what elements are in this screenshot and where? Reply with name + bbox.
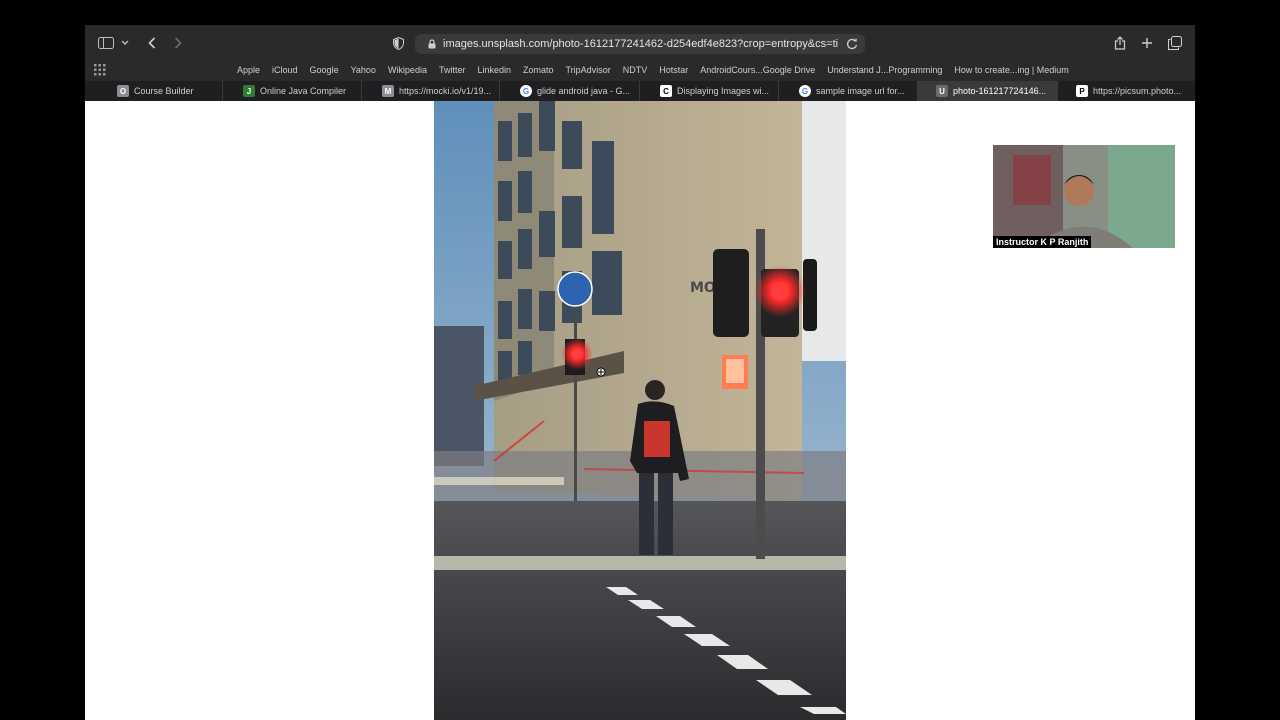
favorite-link[interactable]: Google	[310, 65, 339, 75]
tab-label: Displaying Images wi...	[677, 86, 770, 96]
cursor-icon	[596, 367, 606, 377]
webcam-video	[993, 145, 1175, 248]
tab-favicon-icon: U	[936, 85, 948, 97]
share-icon[interactable]	[1112, 35, 1128, 51]
url-text: images.unsplash.com/photo-1612177241462-…	[443, 38, 838, 50]
tab-mocki[interactable]: M https://mocki.io/v1/19...	[362, 81, 500, 101]
tab-online-java-compiler[interactable]: J Online Java Compiler	[223, 81, 362, 101]
tab-label: Course Builder	[134, 86, 194, 96]
instructor-webcam: Instructor K P Ranjith	[993, 145, 1175, 248]
webcam-name-label: Instructor K P Ranjith	[993, 236, 1092, 248]
favorite-link[interactable]: Twitter	[439, 65, 466, 75]
tab-bar: O Course Builder J Online Java Compiler …	[85, 81, 1195, 101]
tab-favicon-icon: J	[243, 85, 255, 97]
chevron-down-icon[interactable]	[120, 37, 130, 49]
reload-icon[interactable]	[845, 37, 859, 51]
forward-icon[interactable]	[171, 36, 185, 50]
tab-picsum[interactable]: P https://picsum.photo...	[1058, 81, 1195, 101]
tab-label: photo-161217724146...	[953, 86, 1047, 96]
tab-favicon-icon: G	[520, 85, 532, 97]
favorite-link[interactable]: How to create...ing | Medium	[954, 65, 1068, 75]
favorite-link[interactable]: TripAdvisor	[566, 65, 611, 75]
street-photo-image: MO	[434, 101, 846, 720]
privacy-shield-icon[interactable]	[391, 36, 405, 50]
favorite-link[interactable]: Zomato	[523, 65, 554, 75]
tab-course-builder[interactable]: O Course Builder	[85, 81, 223, 101]
browser-toolbar: images.unsplash.com/photo-1612177241462-…	[85, 25, 1195, 81]
tab-label: glide android java - G...	[537, 86, 631, 96]
favorite-link[interactable]: iCloud	[272, 65, 298, 75]
tab-favicon-icon: P	[1076, 85, 1088, 97]
browser-window: images.unsplash.com/photo-1612177241462-…	[85, 25, 1195, 720]
grid-icon[interactable]	[94, 64, 106, 76]
tab-label: sample image url for...	[816, 86, 905, 96]
page-content: MO Instructor K P Ranjith	[85, 101, 1195, 720]
tab-overview-icon[interactable]	[1167, 35, 1183, 51]
favorite-link[interactable]: Hotstar	[659, 65, 688, 75]
favorite-link[interactable]: Apple	[237, 65, 260, 75]
sidebar-toggle-icon[interactable]	[98, 36, 114, 50]
back-icon[interactable]	[145, 36, 159, 50]
favorites-bar: Apple iCloud Google Yahoo Wikipedia Twit…	[85, 59, 1195, 81]
favorite-link[interactable]: Understand J...Programming	[827, 65, 942, 75]
favorite-link[interactable]: Linkedin	[477, 65, 511, 75]
favorite-link[interactable]: Wikipedia	[388, 65, 427, 75]
address-bar[interactable]: images.unsplash.com/photo-1612177241462-…	[415, 34, 865, 54]
tab-label: Online Java Compiler	[260, 86, 347, 96]
tab-photo-unsplash[interactable]: U photo-161217724146...	[918, 81, 1058, 101]
street-photo[interactable]: MO	[434, 101, 846, 720]
favorite-link[interactable]: Yahoo	[351, 65, 376, 75]
tab-glide-android-java[interactable]: G glide android java - G...	[500, 81, 640, 101]
tab-displaying-images[interactable]: C Displaying Images wi...	[640, 81, 779, 101]
tab-sample-image-url[interactable]: G sample image url for...	[779, 81, 918, 101]
tab-favicon-icon: C	[660, 85, 672, 97]
tab-favicon-icon: O	[117, 85, 129, 97]
building-sign-text: MO	[690, 280, 716, 296]
tab-favicon-icon: G	[799, 85, 811, 97]
favorite-link[interactable]: NDTV	[623, 65, 648, 75]
tab-label: https://picsum.photo...	[1093, 86, 1182, 96]
tab-favicon-icon: M	[382, 85, 394, 97]
favorite-link[interactable]: AndroidCours...Google Drive	[700, 65, 815, 75]
lock-icon	[428, 39, 436, 49]
tab-label: https://mocki.io/v1/19...	[399, 86, 492, 96]
new-tab-icon[interactable]	[1139, 35, 1155, 51]
